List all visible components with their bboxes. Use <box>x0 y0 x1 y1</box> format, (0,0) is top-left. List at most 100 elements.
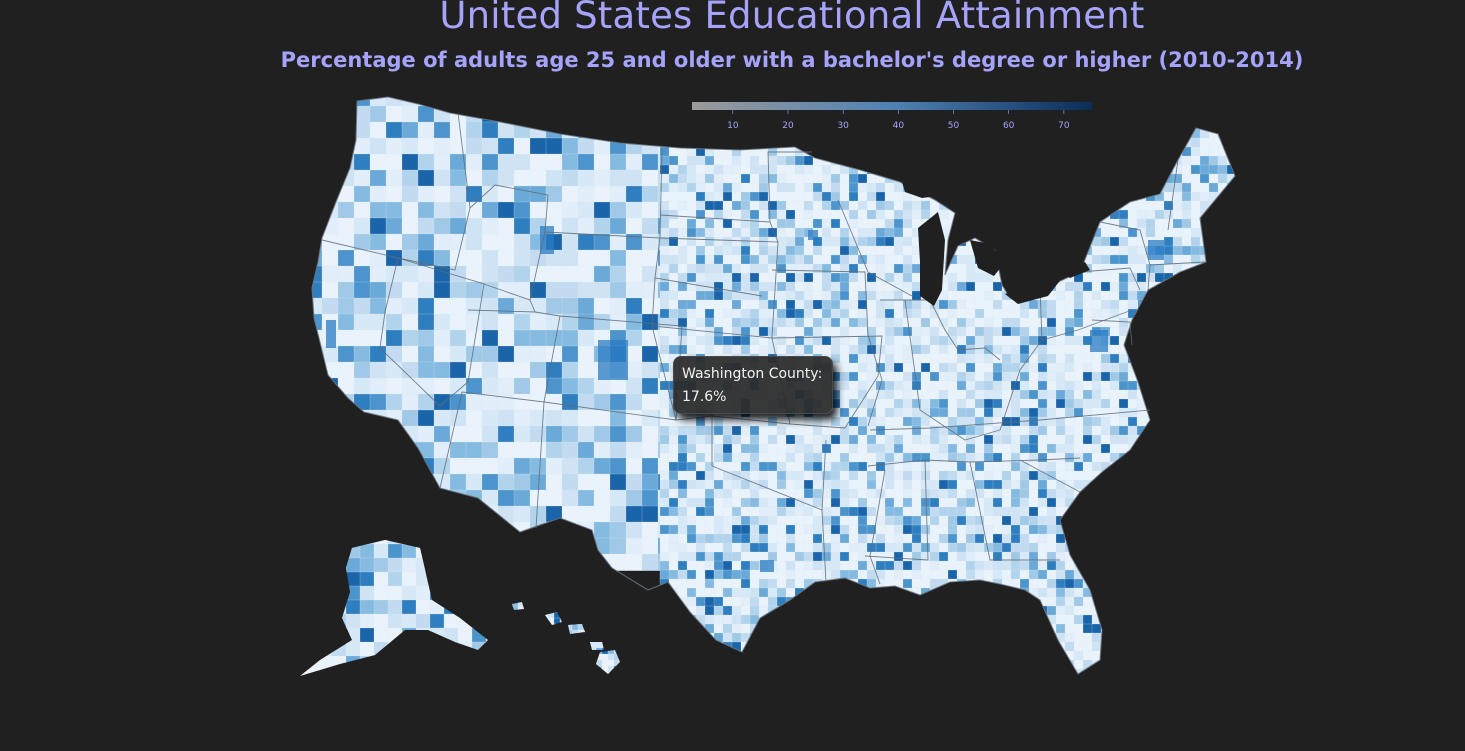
county-cell[interactable] <box>1136 506 1147 517</box>
county-cell[interactable] <box>1226 551 1237 562</box>
county-cell[interactable] <box>722 218 733 229</box>
county-cell[interactable] <box>1154 416 1165 427</box>
county-cell[interactable] <box>1226 344 1237 355</box>
county-cell[interactable] <box>911 596 922 607</box>
county-cell[interactable] <box>695 623 706 634</box>
county-cell[interactable] <box>731 569 742 580</box>
county-cell[interactable] <box>974 668 985 679</box>
county-cell[interactable] <box>848 596 859 607</box>
county-cell[interactable] <box>1127 164 1138 175</box>
county-cell[interactable] <box>1109 425 1120 436</box>
county-cell[interactable] <box>1163 659 1174 670</box>
county-cell[interactable] <box>947 605 958 616</box>
county-cell[interactable] <box>449 313 467 331</box>
county-cell[interactable] <box>785 263 796 274</box>
county-cell[interactable] <box>1181 623 1192 634</box>
county-cell[interactable] <box>1208 353 1219 364</box>
county-cell[interactable] <box>920 443 931 454</box>
county-cell[interactable] <box>704 173 715 184</box>
county-cell[interactable] <box>485 599 501 615</box>
county-cell[interactable] <box>965 218 976 229</box>
county-cell[interactable] <box>660 687 670 697</box>
county-cell[interactable] <box>974 362 985 373</box>
county-cell[interactable] <box>1073 362 1084 373</box>
county-cell[interactable] <box>1145 659 1156 670</box>
county-cell[interactable] <box>1001 524 1012 535</box>
county-cell[interactable] <box>893 218 904 229</box>
county-cell[interactable] <box>1163 263 1174 274</box>
county-cell[interactable] <box>1055 227 1066 238</box>
county-cell[interactable] <box>677 551 688 562</box>
county-cell[interactable] <box>785 317 796 328</box>
county-cell[interactable] <box>641 281 659 299</box>
county-cell[interactable] <box>1181 668 1192 679</box>
county-cell[interactable] <box>686 533 697 544</box>
county-cell[interactable] <box>903 678 913 688</box>
county-cell[interactable] <box>1073 182 1084 193</box>
county-cell[interactable] <box>401 409 419 427</box>
county-cell[interactable] <box>668 425 679 436</box>
county-cell[interactable] <box>938 155 949 166</box>
county-cell[interactable] <box>804 678 814 688</box>
county-cell[interactable] <box>884 326 895 337</box>
county-cell[interactable] <box>821 632 832 643</box>
county-cell[interactable] <box>884 389 895 400</box>
county-cell[interactable] <box>1109 218 1120 229</box>
county-cell[interactable] <box>1172 497 1183 508</box>
county-cell[interactable] <box>812 632 823 643</box>
county-cell[interactable] <box>974 290 985 301</box>
county-cell[interactable] <box>659 308 670 319</box>
county-cell[interactable] <box>893 596 904 607</box>
county-cell[interactable] <box>821 560 832 571</box>
county-cell[interactable] <box>659 263 670 274</box>
county-cell[interactable] <box>812 272 823 283</box>
county-cell[interactable] <box>433 345 451 363</box>
county-cell[interactable] <box>713 605 724 616</box>
county-cell[interactable] <box>1029 687 1039 697</box>
county-cell[interactable] <box>947 308 958 319</box>
county-cell[interactable] <box>848 353 859 364</box>
county-cell[interactable] <box>1073 371 1084 382</box>
county-cell[interactable] <box>1181 335 1192 346</box>
county-cell[interactable] <box>803 281 814 292</box>
county-cell[interactable] <box>974 641 985 652</box>
county-cell[interactable] <box>1046 461 1057 472</box>
county-cell[interactable] <box>1100 605 1111 616</box>
county-cell[interactable] <box>794 209 805 220</box>
county-cell[interactable] <box>731 497 742 508</box>
county-cell[interactable] <box>848 245 859 256</box>
county-cell[interactable] <box>902 425 913 436</box>
county-cell[interactable] <box>659 443 670 454</box>
county-cell[interactable] <box>1226 479 1237 490</box>
county-cell[interactable] <box>776 614 787 625</box>
county-cell[interactable] <box>939 687 949 697</box>
county-cell[interactable] <box>1091 425 1102 436</box>
county-cell[interactable] <box>337 217 355 235</box>
county-cell[interactable] <box>305 201 323 219</box>
county-cell[interactable] <box>1226 461 1237 472</box>
county-cell[interactable] <box>848 668 859 679</box>
county-cell[interactable] <box>1154 632 1165 643</box>
county-cell[interactable] <box>1181 227 1192 238</box>
county-cell[interactable] <box>830 407 841 418</box>
county-cell[interactable] <box>749 614 760 625</box>
county-cell[interactable] <box>1010 596 1021 607</box>
county-cell[interactable] <box>965 290 976 301</box>
county-cell[interactable] <box>1172 218 1183 229</box>
county-cell[interactable] <box>893 155 904 166</box>
county-cell[interactable] <box>839 443 850 454</box>
county-cell[interactable] <box>1118 245 1129 256</box>
county-cell[interactable] <box>1190 497 1201 508</box>
county-cell[interactable] <box>1217 659 1228 670</box>
county-cell[interactable] <box>1145 299 1156 310</box>
county-cell[interactable] <box>1190 479 1201 490</box>
county-cell[interactable] <box>1190 470 1201 481</box>
county-cell[interactable] <box>1127 524 1138 535</box>
county-cell[interactable] <box>433 537 451 555</box>
county-cell[interactable] <box>1055 380 1066 391</box>
county-cell[interactable] <box>465 457 483 475</box>
county-cell[interactable] <box>449 297 467 315</box>
county-cell[interactable] <box>1100 641 1111 652</box>
county-cell[interactable] <box>695 290 706 301</box>
county-cell[interactable] <box>687 678 697 688</box>
